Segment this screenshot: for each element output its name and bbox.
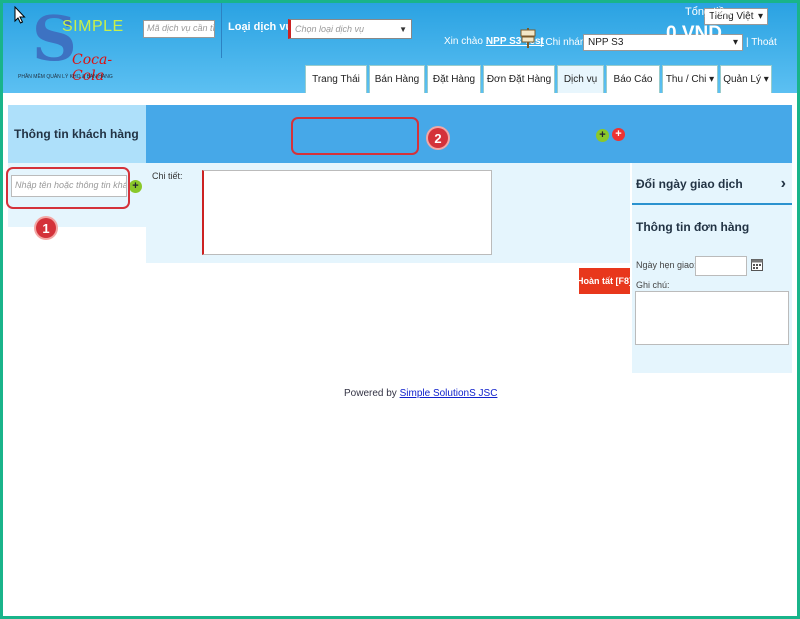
logo-brand: SIMPLE [62, 18, 124, 35]
order-info-header: Thông tin đơn hàng [632, 207, 792, 247]
delivery-date-input[interactable] [695, 256, 747, 276]
footer: Powered by Simple SolutionS JSC [344, 388, 497, 399]
total-value: 0 VND [666, 23, 722, 44]
callout-badge-1: 1 [36, 218, 56, 238]
service-type-select[interactable]: Chọn loại dịch vụ ▼ [288, 19, 412, 39]
tab-services[interactable]: Dịch vụ [557, 65, 604, 93]
signpost-icon[interactable] [520, 26, 536, 48]
service-code-input[interactable]: Mã dịch vụ cần tìm [143, 20, 215, 38]
note-textarea[interactable] [635, 291, 789, 345]
tab-sales[interactable]: Bán Hàng [369, 65, 425, 93]
chevron-down-icon: ▼ [399, 24, 407, 34]
tab-reports[interactable]: Báo Cáo [606, 65, 660, 93]
tab-status[interactable]: Trang Thái [305, 65, 367, 93]
chevron-down-icon: ▾ [757, 11, 763, 22]
add-customer-icon[interactable]: + [129, 180, 142, 193]
add-service-icon[interactable]: + [596, 129, 609, 142]
change-date-row[interactable]: Đổi ngày giao dịch › [632, 165, 792, 205]
order-info-label: Thông tin đơn hàng [636, 220, 750, 234]
total-label: Tổng tiền [685, 6, 731, 18]
logo-tagline: PHẦN MỀM QUẢN LÝ KHO & BÁN HÀNG [18, 74, 113, 80]
greeting-text: Xin chào [444, 36, 483, 47]
tab-order[interactable]: Đặt Hàng [427, 65, 481, 93]
toolbar-divider [221, 0, 222, 58]
tab-income-expense[interactable]: Thu / Chi ▾ [662, 65, 718, 93]
chevron-down-icon: ▾ [732, 37, 738, 48]
note-label: Ghi chú: [636, 280, 670, 290]
service-type-placeholder: Chọn loại dịch vụ [295, 24, 365, 34]
app-logo[interactable]: S SIMPLE Coca-Cola PHẦN MỀM QUẢN LÝ KHO … [18, 8, 123, 85]
service-type-label: Loại dịch vụ: [228, 21, 296, 33]
callout-highlight-1 [6, 167, 130, 209]
tab-management[interactable]: Quản Lý ▾ [720, 65, 772, 93]
finish-button[interactable]: Hoàn tất [F8] [577, 268, 632, 294]
detail-label: Chi tiết: [152, 171, 183, 181]
branch-value: NPP S3 [588, 37, 624, 48]
add-service-red-icon[interactable]: + [612, 128, 625, 141]
callout-highlight-2 [291, 117, 419, 155]
callout-badge-2: 2 [428, 128, 448, 148]
calendar-icon[interactable] [751, 258, 763, 271]
footer-powered-by: Powered by [344, 388, 397, 399]
customer-info-title: Thông tin khách hàng [8, 105, 146, 163]
delivery-date-label: Ngày hẹn giao: [636, 260, 697, 270]
chevron-right-icon: › [780, 175, 786, 192]
detail-textarea[interactable] [202, 170, 492, 255]
change-date-label: Đổi ngày giao dịch [636, 177, 743, 191]
logout-link[interactable]: | Thoát [746, 37, 777, 48]
tab-purchase-orders[interactable]: Đơn Đặt Hàng [483, 65, 555, 93]
main-nav-tabs: Trang Thái Bán Hàng Đặt Hàng Đơn Đặt Hàn… [305, 65, 774, 93]
mouse-cursor-icon [14, 6, 26, 24]
footer-company-link[interactable]: Simple SolutionS JSC [400, 388, 498, 399]
